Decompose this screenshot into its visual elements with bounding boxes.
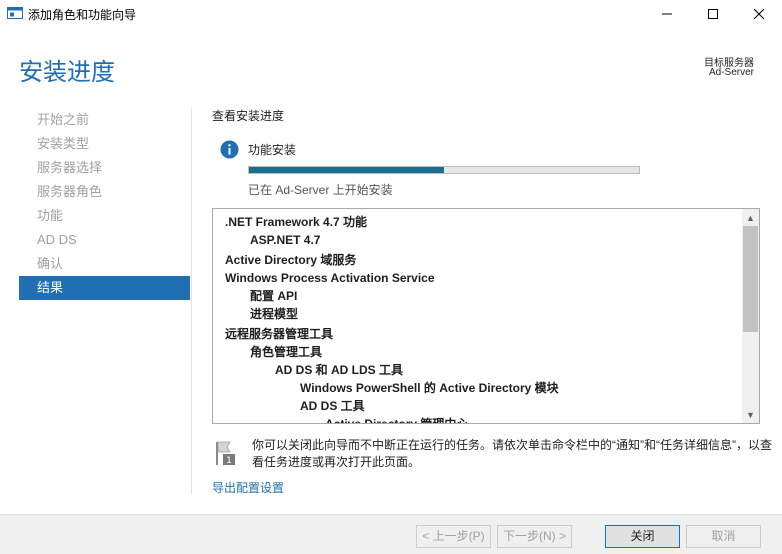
minimize-icon bbox=[662, 13, 672, 15]
section-heading: 查看安装进度 bbox=[212, 109, 285, 123]
notification-flag-icon: 1 bbox=[216, 441, 235, 466]
feature-install-label: 功能安装 bbox=[248, 143, 297, 157]
result-item: 配置 API bbox=[250, 289, 298, 303]
sidebar-item-4[interactable]: 功能 bbox=[19, 204, 190, 228]
result-item: 进程模型 bbox=[250, 307, 299, 321]
result-item: Active Directory 管理中心 bbox=[325, 417, 469, 424]
target-server-value: Ad-Server bbox=[708, 67, 754, 78]
install-progress-bar bbox=[248, 166, 640, 174]
result-item: 远程服务器管理工具 bbox=[225, 327, 334, 341]
result-item: Active Directory 域服务 bbox=[225, 253, 357, 267]
maximize-icon bbox=[708, 9, 718, 19]
sidebar-item-2[interactable]: 服务器选择 bbox=[19, 156, 190, 180]
sidebar-item-0[interactable]: 开始之前 bbox=[19, 108, 190, 132]
sidebar-item-7[interactable]: 结果 bbox=[19, 276, 190, 300]
sidebar-divider bbox=[191, 108, 192, 494]
window-title: 添加角色和功能向导 bbox=[28, 8, 137, 22]
cancel-button[interactable]: 取消 bbox=[686, 525, 761, 548]
install-status-text: 已在 Ad-Server 上开始安装 bbox=[248, 183, 393, 197]
result-item: ASP.NET 4.7 bbox=[250, 233, 321, 247]
vertical-scrollbar[interactable]: ▲ ▼ bbox=[742, 209, 759, 423]
server-manager-icon bbox=[7, 7, 23, 19]
results-items: .NET Framework 4.7 功能 ASP.NET 4.7 Active D… bbox=[213, 213, 743, 424]
sidebar-item-6[interactable]: 确认 bbox=[19, 252, 190, 276]
wizard-footer: < 上一步(P) 下一步(N) > 关闭 取消 bbox=[0, 514, 782, 554]
close-wizard-button[interactable]: 关闭 bbox=[605, 525, 680, 548]
install-results-list[interactable]: .NET Framework 4.7 功能 ASP.NET 4.7 Active D… bbox=[212, 208, 760, 424]
close-icon bbox=[754, 9, 764, 19]
install-progress-fill bbox=[249, 167, 444, 173]
close-button[interactable] bbox=[736, 0, 782, 28]
close-wizard-notice: 你可以关闭此向导而不中断正在运行的任务。请依次单击命令栏中的“通知”和“任务详细… bbox=[252, 438, 772, 469]
info-icon bbox=[220, 140, 239, 159]
previous-button[interactable]: < 上一步(P) bbox=[416, 525, 491, 548]
page-title: 安装进度 bbox=[19, 59, 115, 86]
wizard-steps-nav: 开始之前 安装类型 服务器选择 服务器角色 功能 AD DS 确认 结果 bbox=[19, 108, 190, 300]
result-item: 角色管理工具 bbox=[250, 345, 323, 359]
result-item: Windows Process Activation Service bbox=[225, 271, 435, 285]
minimize-button[interactable] bbox=[644, 0, 690, 28]
title-bar: 添加角色和功能向导 bbox=[0, 0, 782, 28]
export-config-link[interactable]: 导出配置设置 bbox=[212, 479, 284, 496]
result-item: AD DS 和 AD LDS 工具 bbox=[275, 363, 404, 377]
scrollbar-thumb[interactable] bbox=[743, 226, 758, 332]
scroll-down-arrow-icon[interactable]: ▼ bbox=[742, 406, 759, 423]
result-item: .NET Framework 4.7 功能 bbox=[225, 215, 368, 229]
sidebar-item-3[interactable]: 服务器角色 bbox=[19, 180, 190, 204]
scroll-up-arrow-icon[interactable]: ▲ bbox=[742, 209, 759, 226]
sidebar-item-1[interactable]: 安装类型 bbox=[19, 132, 190, 156]
result-item: Windows PowerShell 的 Active Directory 模块 bbox=[300, 381, 559, 395]
maximize-button[interactable] bbox=[690, 0, 736, 28]
next-button[interactable]: 下一步(N) > bbox=[497, 525, 572, 548]
svg-text:1: 1 bbox=[226, 456, 232, 466]
sidebar-item-5[interactable]: AD DS bbox=[19, 228, 190, 252]
result-item: AD DS 工具 bbox=[300, 399, 365, 413]
